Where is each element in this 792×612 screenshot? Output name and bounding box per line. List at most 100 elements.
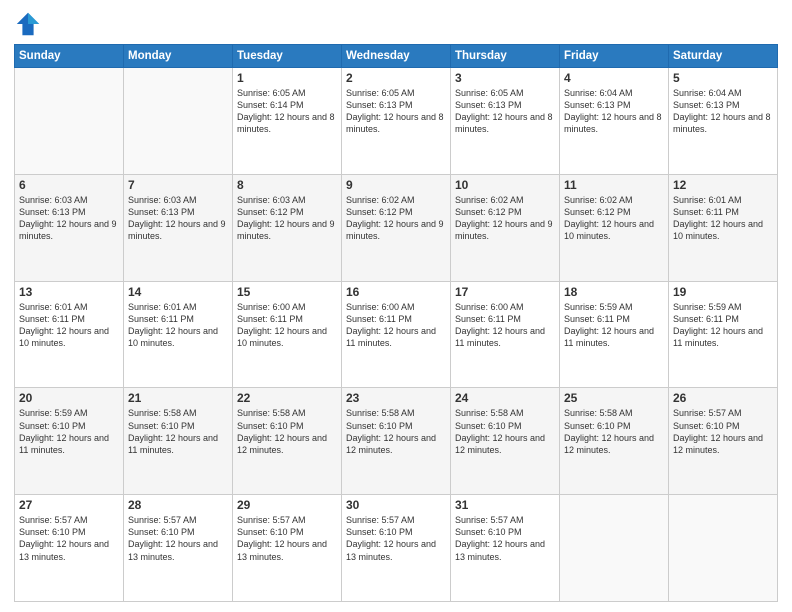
calendar-cell: 14 Sunrise: 6:01 AM Sunset: 6:11 PM Dayli…	[124, 281, 233, 388]
calendar-cell: 6 Sunrise: 6:03 AM Sunset: 6:13 PM Daylig…	[15, 174, 124, 281]
day-info: Sunrise: 6:03 AM Sunset: 6:13 PM Dayligh…	[19, 194, 119, 243]
calendar-cell: 2 Sunrise: 6:05 AM Sunset: 6:13 PM Daylig…	[342, 68, 451, 175]
day-number: 7	[128, 178, 228, 192]
calendar-cell: 12 Sunrise: 6:01 AM Sunset: 6:11 PM Dayli…	[669, 174, 778, 281]
calendar-cell: 24 Sunrise: 5:58 AM Sunset: 6:10 PM Dayli…	[451, 388, 560, 495]
day-info: Sunrise: 5:59 AM Sunset: 6:10 PM Dayligh…	[19, 407, 119, 456]
day-number: 24	[455, 391, 555, 405]
day-number: 21	[128, 391, 228, 405]
day-info: Sunrise: 6:00 AM Sunset: 6:11 PM Dayligh…	[237, 301, 337, 350]
day-info: Sunrise: 6:02 AM Sunset: 6:12 PM Dayligh…	[564, 194, 664, 243]
calendar-cell: 15 Sunrise: 6:00 AM Sunset: 6:11 PM Dayli…	[233, 281, 342, 388]
weekday-header-friday: Friday	[560, 45, 669, 68]
day-number: 23	[346, 391, 446, 405]
day-number: 9	[346, 178, 446, 192]
day-number: 17	[455, 285, 555, 299]
day-number: 14	[128, 285, 228, 299]
day-info: Sunrise: 6:01 AM Sunset: 6:11 PM Dayligh…	[19, 301, 119, 350]
calendar-cell: 19 Sunrise: 5:59 AM Sunset: 6:11 PM Dayli…	[669, 281, 778, 388]
day-info: Sunrise: 6:00 AM Sunset: 6:11 PM Dayligh…	[346, 301, 446, 350]
calendar-week-1: 1 Sunrise: 6:05 AM Sunset: 6:14 PM Daylig…	[15, 68, 778, 175]
page: SundayMondayTuesdayWednesdayThursdayFrid…	[0, 0, 792, 612]
calendar-cell	[124, 68, 233, 175]
calendar-cell: 29 Sunrise: 5:57 AM Sunset: 6:10 PM Dayli…	[233, 495, 342, 602]
day-number: 28	[128, 498, 228, 512]
day-number: 15	[237, 285, 337, 299]
day-number: 2	[346, 71, 446, 85]
day-number: 8	[237, 178, 337, 192]
day-number: 19	[673, 285, 773, 299]
calendar-table: SundayMondayTuesdayWednesdayThursdayFrid…	[14, 44, 778, 602]
calendar-cell: 5 Sunrise: 6:04 AM Sunset: 6:13 PM Daylig…	[669, 68, 778, 175]
calendar-cell: 10Sunrise: 6:02 AM Sunset: 6:12 PM Dayli…	[451, 174, 560, 281]
day-number: 6	[19, 178, 119, 192]
calendar-cell: 7 Sunrise: 6:03 AM Sunset: 6:13 PM Daylig…	[124, 174, 233, 281]
calendar-cell: 9 Sunrise: 6:02 AM Sunset: 6:12 PM Daylig…	[342, 174, 451, 281]
day-info: Sunrise: 6:05 AM Sunset: 6:13 PM Dayligh…	[346, 87, 446, 136]
calendar-cell	[669, 495, 778, 602]
day-info: Sunrise: 6:01 AM Sunset: 6:11 PM Dayligh…	[673, 194, 773, 243]
day-info: Sunrise: 5:58 AM Sunset: 6:10 PM Dayligh…	[128, 407, 228, 456]
day-number: 3	[455, 71, 555, 85]
day-info: Sunrise: 6:05 AM Sunset: 6:14 PM Dayligh…	[237, 87, 337, 136]
calendar-cell: 16 Sunrise: 6:00 AM Sunset: 6:11 PM Dayli…	[342, 281, 451, 388]
day-info: Sunrise: 6:03 AM Sunset: 6:13 PM Dayligh…	[128, 194, 228, 243]
calendar-cell: 3 Sunrise: 6:05 AM Sunset: 6:13 PM Daylig…	[451, 68, 560, 175]
day-number: 18	[564, 285, 664, 299]
calendar-cell: 8 Sunrise: 6:03 AM Sunset: 6:12 PM Daylig…	[233, 174, 342, 281]
day-number: 27	[19, 498, 119, 512]
calendar-cell	[560, 495, 669, 602]
calendar-cell: 13 Sunrise: 6:01 AM Sunset: 6:11 PM Dayli…	[15, 281, 124, 388]
calendar-cell: 22 Sunrise: 5:58 AM Sunset: 6:10 PM Dayli…	[233, 388, 342, 495]
calendar-cell: 25Sunrise: 5:58 AM Sunset: 6:10 PM Dayli…	[560, 388, 669, 495]
day-number: 12	[673, 178, 773, 192]
calendar-cell: 31Sunrise: 5:57 AM Sunset: 6:10 PM Dayli…	[451, 495, 560, 602]
weekday-header-monday: Monday	[124, 45, 233, 68]
logo-icon	[14, 10, 42, 38]
weekday-header-sunday: Sunday	[15, 45, 124, 68]
day-number: 1	[237, 71, 337, 85]
calendar-cell: 23 Sunrise: 5:58 AM Sunset: 6:10 PM Dayli…	[342, 388, 451, 495]
day-info: Sunrise: 5:58 AM Sunset: 6:10 PM Dayligh…	[455, 407, 555, 456]
day-number: 20	[19, 391, 119, 405]
calendar-cell: 21 Sunrise: 5:58 AM Sunset: 6:10 PM Dayli…	[124, 388, 233, 495]
day-info: Sunrise: 5:57 AM Sunset: 6:10 PM Dayligh…	[237, 514, 337, 563]
day-info: Sunrise: 6:00 AM Sunset: 6:11 PM Dayligh…	[455, 301, 555, 350]
calendar-week-5: 27 Sunrise: 5:57 AM Sunset: 6:10 PM Dayli…	[15, 495, 778, 602]
day-number: 4	[564, 71, 664, 85]
weekday-header-saturday: Saturday	[669, 45, 778, 68]
day-info: Sunrise: 6:05 AM Sunset: 6:13 PM Dayligh…	[455, 87, 555, 136]
weekday-header-thursday: Thursday	[451, 45, 560, 68]
calendar-cell: 1 Sunrise: 6:05 AM Sunset: 6:14 PM Daylig…	[233, 68, 342, 175]
day-info: Sunrise: 6:02 AM Sunset: 6:12 PM Dayligh…	[455, 194, 555, 243]
day-number: 13	[19, 285, 119, 299]
day-info: Sunrise: 6:01 AM Sunset: 6:11 PM Dayligh…	[128, 301, 228, 350]
day-info: Sunrise: 5:59 AM Sunset: 6:11 PM Dayligh…	[564, 301, 664, 350]
calendar-cell	[15, 68, 124, 175]
day-info: Sunrise: 6:03 AM Sunset: 6:12 PM Dayligh…	[237, 194, 337, 243]
calendar-week-4: 20 Sunrise: 5:59 AM Sunset: 6:10 PM Dayli…	[15, 388, 778, 495]
calendar-cell: 27 Sunrise: 5:57 AM Sunset: 6:10 PM Dayli…	[15, 495, 124, 602]
day-number: 29	[237, 498, 337, 512]
day-info: Sunrise: 5:59 AM Sunset: 6:11 PM Dayligh…	[673, 301, 773, 350]
day-number: 26	[673, 391, 773, 405]
day-info: Sunrise: 5:57 AM Sunset: 6:10 PM Dayligh…	[128, 514, 228, 563]
calendar-week-3: 13 Sunrise: 6:01 AM Sunset: 6:11 PM Dayli…	[15, 281, 778, 388]
day-number: 16	[346, 285, 446, 299]
header	[14, 10, 778, 38]
day-info: Sunrise: 6:02 AM Sunset: 6:12 PM Dayligh…	[346, 194, 446, 243]
day-info: Sunrise: 5:58 AM Sunset: 6:10 PM Dayligh…	[237, 407, 337, 456]
day-info: Sunrise: 6:04 AM Sunset: 6:13 PM Dayligh…	[673, 87, 773, 136]
day-info: Sunrise: 5:58 AM Sunset: 6:10 PM Dayligh…	[564, 407, 664, 456]
day-number: 22	[237, 391, 337, 405]
day-info: Sunrise: 5:58 AM Sunset: 6:10 PM Dayligh…	[346, 407, 446, 456]
calendar-week-2: 6 Sunrise: 6:03 AM Sunset: 6:13 PM Daylig…	[15, 174, 778, 281]
day-info: Sunrise: 6:04 AM Sunset: 6:13 PM Dayligh…	[564, 87, 664, 136]
calendar-cell: 18 Sunrise: 5:59 AM Sunset: 6:11 PM Dayli…	[560, 281, 669, 388]
day-number: 30	[346, 498, 446, 512]
day-info: Sunrise: 5:57 AM Sunset: 6:10 PM Dayligh…	[19, 514, 119, 563]
calendar-cell: 17 Sunrise: 6:00 AM Sunset: 6:11 PM Dayli…	[451, 281, 560, 388]
calendar-cell: 26 Sunrise: 5:57 AM Sunset: 6:10 PM Dayli…	[669, 388, 778, 495]
day-number: 5	[673, 71, 773, 85]
day-info: Sunrise: 5:57 AM Sunset: 6:10 PM Dayligh…	[673, 407, 773, 456]
